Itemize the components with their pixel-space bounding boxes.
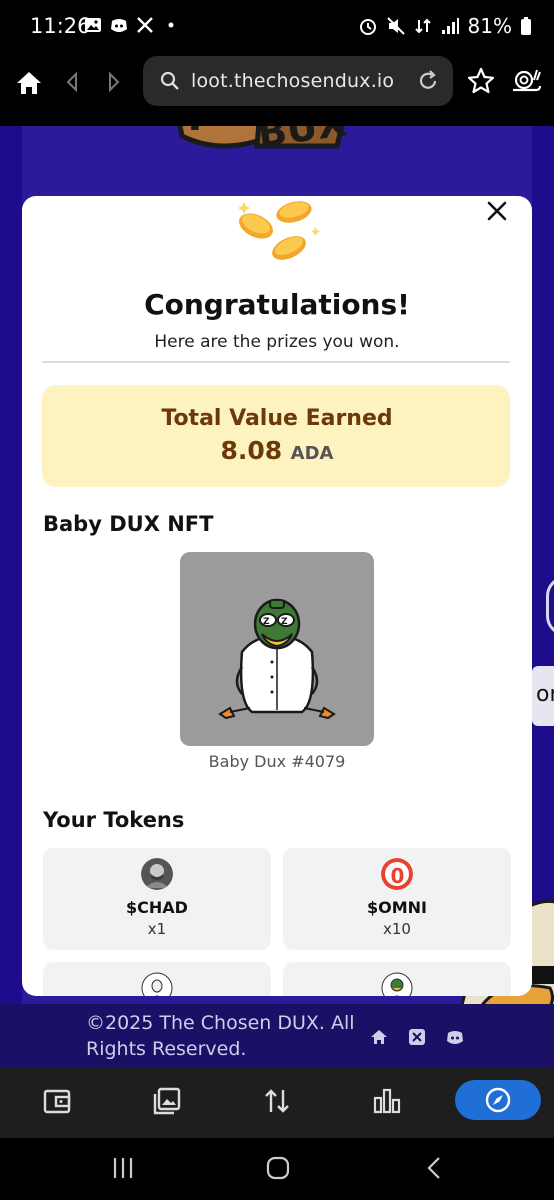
battery-icon — [521, 17, 531, 35]
total-value-row: 8.08 ADA — [22, 436, 532, 465]
svg-text:Z: Z — [263, 617, 270, 627]
duck-token-avatar — [141, 972, 173, 996]
battery-percent: 81% — [467, 14, 512, 38]
x-icon — [137, 17, 153, 33]
browser-tab-active[interactable] — [455, 1080, 541, 1120]
close-icon[interactable] — [484, 198, 510, 224]
token-card-chad[interactable]: $CHAD x1 — [43, 848, 271, 950]
svg-text:Z: Z — [281, 617, 288, 627]
site-footer: ©2025 The Chosen DUX. All Rights Reserve… — [0, 1004, 554, 1068]
forward-icon[interactable] — [104, 70, 124, 94]
address-bar[interactable]: loot.thechosendux.io — [143, 56, 453, 106]
browser-toolbar: loot.thechosendux.io — [0, 54, 554, 126]
footer-social-links — [370, 1028, 464, 1046]
search-icon — [160, 71, 179, 90]
token-name: $CHAD — [126, 898, 188, 917]
token-name: $OMNI — [367, 898, 427, 917]
back-icon[interactable] — [62, 70, 82, 94]
android-navigation-bar — [0, 1138, 554, 1200]
footer-discord-icon[interactable] — [446, 1028, 464, 1046]
status-time: 11:26 — [30, 14, 91, 38]
baby-dux-nft-art: Z Z — [218, 598, 336, 720]
token-quantity: x1 — [147, 920, 167, 938]
total-value-unit: ADA — [290, 443, 334, 464]
omni-token-avatar: 0 — [381, 858, 413, 890]
svg-text:0: 0 — [391, 864, 405, 888]
side-decoration — [546, 576, 554, 636]
side-tab[interactable]: on — [532, 666, 554, 726]
compass-icon — [485, 1087, 511, 1113]
mute-icon — [386, 17, 405, 35]
footer-x-icon[interactable] — [408, 1028, 426, 1046]
dot-icon — [168, 22, 174, 28]
token-card-4[interactable] — [283, 962, 511, 996]
gallery-icon — [85, 18, 101, 32]
home-nav-icon[interactable] — [265, 1156, 291, 1180]
green-duck-token-avatar — [381, 972, 413, 996]
token-card-3[interactable] — [43, 962, 271, 996]
data-icon — [414, 18, 431, 34]
gallery-icon[interactable] — [152, 1086, 182, 1116]
snail-extension-icon[interactable] — [510, 66, 542, 96]
divider — [42, 361, 510, 363]
browser-bottom-toolbar — [0, 1068, 554, 1138]
alarm-icon — [359, 19, 376, 35]
url-text: loot.thechosendux.io — [191, 70, 395, 92]
swap-icon[interactable] — [262, 1086, 292, 1116]
bookmark-star-icon[interactable] — [466, 66, 496, 96]
total-value-label: Total Value Earned — [161, 406, 393, 431]
back-nav-icon[interactable] — [422, 1156, 448, 1180]
modal-subtitle: Here are the prizes you won. — [154, 332, 400, 352]
mystery-box-illustration: ? BUX — [177, 126, 349, 156]
notification-icons — [84, 16, 180, 34]
coins-icon — [238, 201, 320, 260]
recents-icon[interactable] — [110, 1156, 136, 1180]
modal-title: Congratulations! — [144, 288, 410, 321]
wallet-icon[interactable] — [42, 1086, 72, 1116]
nft-image[interactable]: Z Z — [180, 552, 374, 746]
nft-caption: Baby Dux #4079 — [208, 752, 346, 771]
token-card-omni[interactable]: 0 $OMNI x10 — [283, 848, 511, 950]
status-right: 81% — [358, 14, 532, 38]
nft-section-title: Baby DUX NFT — [43, 512, 214, 536]
prize-modal: Congratulations! Here are the prizes you… — [22, 196, 532, 996]
chad-token-avatar — [141, 858, 173, 890]
tokens-section-title: Your Tokens — [43, 808, 185, 832]
reload-icon[interactable] — [417, 69, 439, 93]
signal-icon — [441, 18, 459, 34]
total-value-amount: 8.08 — [220, 436, 283, 465]
svg-text:?: ? — [184, 126, 208, 140]
chart-icon[interactable] — [372, 1086, 402, 1116]
discord-icon — [111, 19, 127, 32]
copyright-text: ©2025 The Chosen DUX. All Rights Reserve… — [86, 1012, 355, 1060]
status-bar: 11:26 81% — [0, 0, 554, 54]
svg-text:BUX: BUX — [255, 126, 349, 156]
footer-home-icon[interactable] — [370, 1028, 388, 1046]
token-quantity: x10 — [383, 920, 411, 938]
home-icon[interactable] — [14, 68, 44, 98]
